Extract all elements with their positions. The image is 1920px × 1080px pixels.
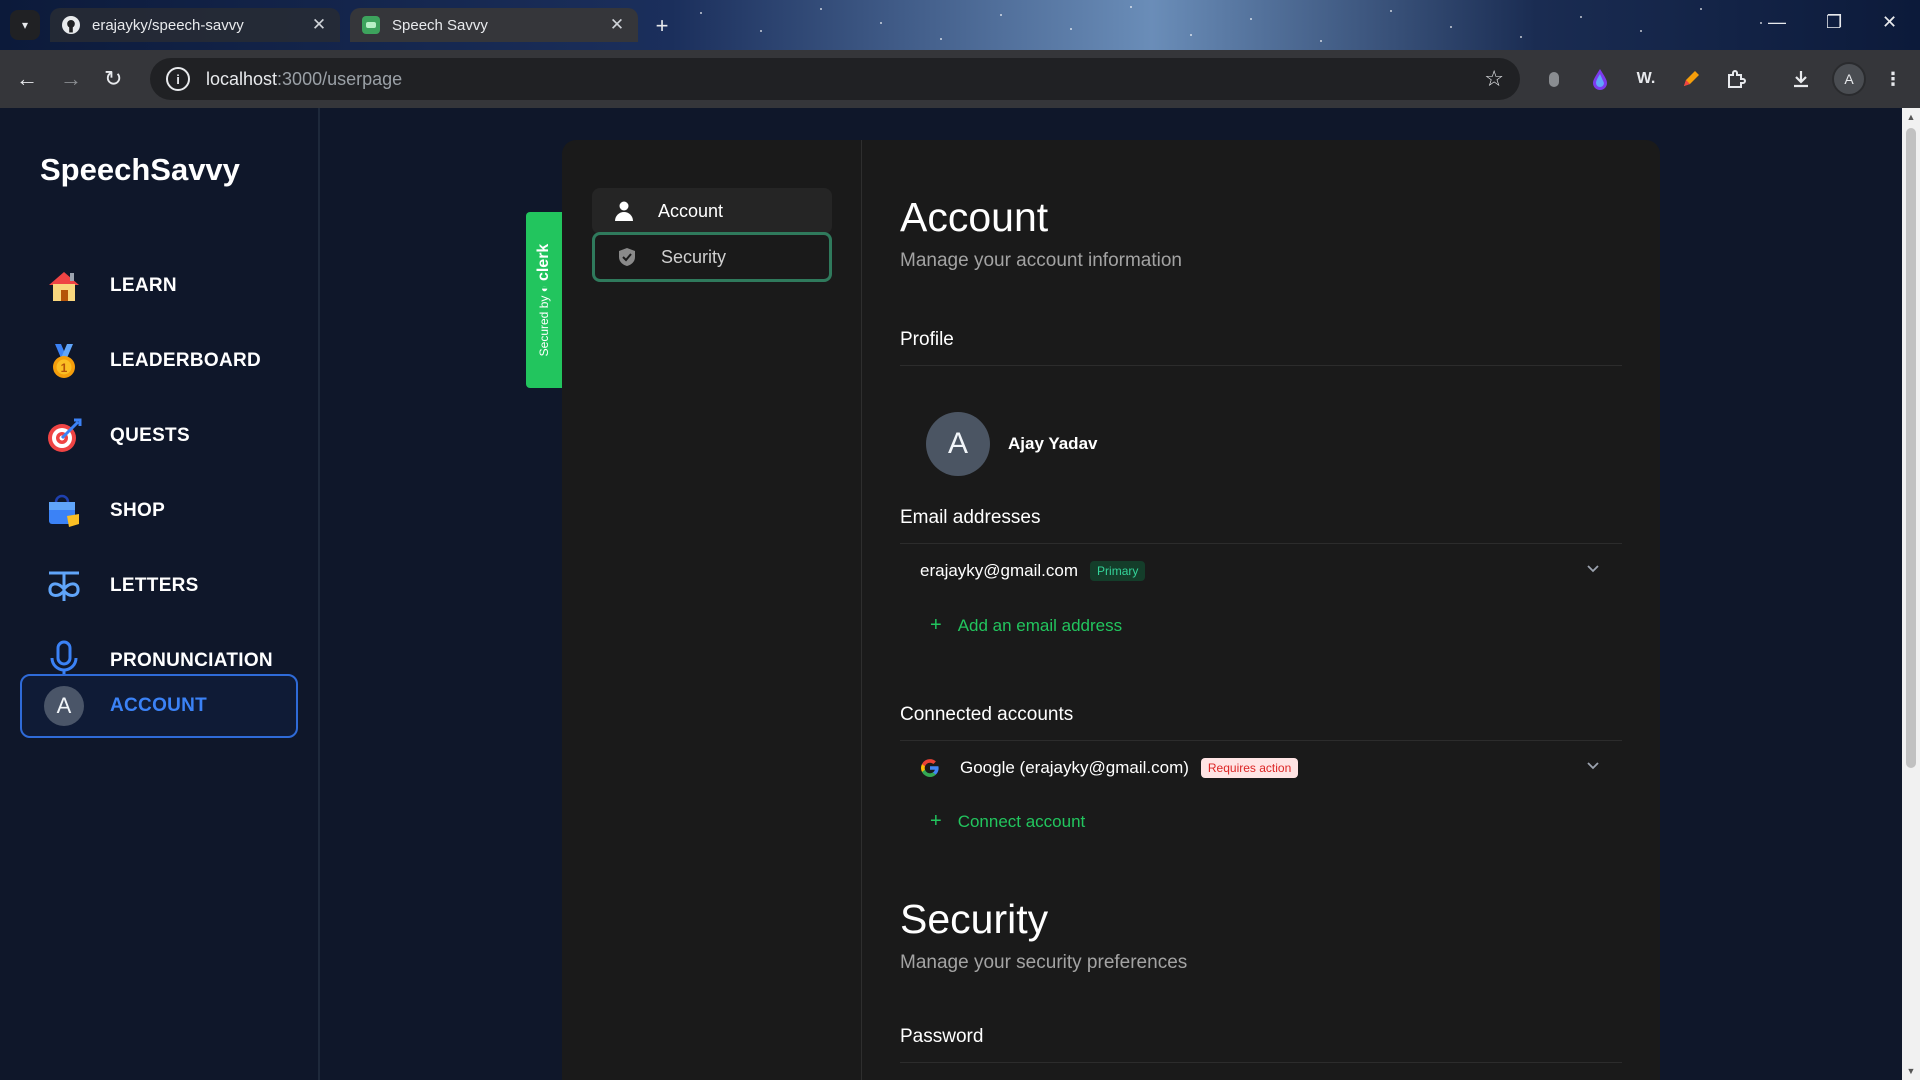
user-profile-card: Account Security Account Manage your acc… [562, 140, 1660, 1080]
tab-title: erajayky/speech-savvy [92, 16, 244, 34]
medal-icon: 1 [42, 339, 86, 383]
add-email-label: Add an email address [957, 615, 1123, 635]
minimize-icon[interactable]: — [1768, 12, 1786, 33]
divider [900, 1062, 1622, 1063]
sidebar-item-account[interactable]: A ACCOUNT [20, 674, 298, 738]
sidebar-item-quests[interactable]: QUESTS [20, 404, 298, 468]
section-title-password: Password [900, 1026, 984, 1047]
tab-search-button[interactable]: ▾ [10, 10, 40, 40]
section-title-email: Email addresses [900, 507, 1041, 528]
profile-nav-label: Account [658, 200, 724, 221]
profile-nav: Account Security [562, 140, 862, 1080]
page-scrollbar[interactable]: ▲ ▼ [1902, 108, 1920, 1080]
section-title-profile: Profile [900, 329, 954, 350]
sidebar-item-label: SHOP [110, 500, 166, 521]
security-subtitle: Manage your security preferences [900, 952, 1188, 973]
secured-by-text: Secured by ◐clerk [535, 243, 552, 357]
browser-profile-avatar[interactable]: A [1832, 62, 1866, 96]
tab-github[interactable]: erajayky/speech-savvy ✕ [50, 8, 340, 42]
shield-icon [615, 247, 639, 267]
close-icon[interactable]: ✕ [608, 15, 626, 35]
page-title: Account [900, 194, 1049, 240]
connect-account-label: Connect account [957, 811, 1086, 831]
back-arrow-icon[interactable]: ← [16, 66, 38, 92]
avatar: A [44, 686, 84, 726]
user-icon [612, 201, 636, 221]
security-title: Security [900, 896, 1049, 942]
profile-name: Ajay Yadav [1008, 434, 1098, 453]
profile-nav-account[interactable]: Account [592, 188, 832, 234]
new-tab-button[interactable]: + [648, 12, 676, 40]
profile-nav-label: Security [661, 246, 727, 267]
shopping-bag-icon [42, 489, 86, 533]
sidebar-item-label: LEADERBOARD [110, 350, 262, 371]
status-badge: Requires action [1200, 758, 1299, 778]
download-icon[interactable] [1788, 64, 1814, 94]
svg-text:1: 1 [61, 361, 68, 375]
profile-nav-security[interactable]: Security [592, 232, 832, 282]
sidebar: SpeechSavvy LEARN 1 LEADERBOARD QUESTS S… [0, 108, 320, 1080]
avatar-wrapper: A [42, 684, 86, 728]
browser-tab-strip: ▾ erajayky/speech-savvy ✕ Speech Savvy ✕… [0, 0, 1920, 50]
section-title-connected: Connected accounts [900, 704, 1074, 725]
scroll-up-icon[interactable]: ▲ [1902, 112, 1920, 122]
tab-title: Speech Savvy [392, 16, 488, 34]
kebab-menu-icon[interactable]: ⋮ [1880, 64, 1906, 94]
extension-gray-icon[interactable] [1541, 64, 1567, 94]
tab-speech-savvy[interactable]: Speech Savvy ✕ [350, 8, 638, 42]
app-root: SpeechSavvy LEARN 1 LEADERBOARD QUESTS S… [0, 108, 1920, 1080]
chevron-down-icon: ▾ [21, 18, 29, 32]
sidebar-item-label: PRONUNCIATION [110, 650, 273, 671]
bookmark-star-icon[interactable]: ☆ [1484, 66, 1504, 92]
github-icon [62, 16, 80, 34]
house-icon [42, 264, 86, 308]
chevron-down-icon[interactable] [1586, 758, 1600, 777]
divider [900, 365, 1622, 366]
status-badge: Primary [1090, 561, 1146, 581]
address-bar[interactable]: i localhost:3000/userpage ☆ [150, 58, 1520, 100]
connected-account-value: Google (erajayky@gmail.com) [960, 758, 1189, 777]
sidebar-item-label: LETTERS [110, 575, 199, 596]
sidebar-item-leaderboard[interactable]: 1 LEADERBOARD [20, 329, 298, 393]
target-icon [42, 414, 86, 458]
site-info-icon[interactable]: i [166, 67, 190, 91]
url-text[interactable]: localhost:3000/userpage [206, 69, 402, 90]
letter-glyph-icon [42, 564, 86, 608]
sidebar-item-learn[interactable]: LEARN [20, 254, 298, 318]
extension-pen-icon[interactable] [1678, 64, 1704, 94]
extensions-puzzle-icon[interactable] [1723, 64, 1749, 94]
sidebar-item-label: QUESTS [110, 425, 190, 446]
clerk-logo-icon: ◐ [537, 285, 551, 293]
profile-avatar[interactable]: A [926, 412, 990, 476]
sidebar-item-shop[interactable]: SHOP [20, 479, 298, 543]
divider [900, 740, 1622, 741]
sidebar-item-label: LEARN [110, 275, 177, 296]
email-value: erajayky@gmail.com [920, 561, 1079, 580]
divider [900, 543, 1622, 544]
speech-savvy-favicon [362, 16, 380, 34]
page-subtitle: Manage your account information [900, 250, 1182, 271]
google-icon [920, 758, 940, 778]
restore-icon[interactable]: ❐ [1826, 12, 1842, 33]
extension-drop-icon[interactable] [1587, 64, 1613, 94]
forward-arrow-icon[interactable]: → [60, 66, 82, 92]
secured-by-clerk-badge[interactable]: Secured by ◐clerk [526, 212, 562, 388]
close-icon[interactable]: ✕ [310, 15, 328, 35]
reload-icon[interactable]: ↻ [104, 66, 122, 92]
scroll-down-icon[interactable]: ▼ [1902, 1066, 1920, 1076]
connected-account-row[interactable]: Google (erajayky@gmail.com) Requires act… [900, 746, 1622, 790]
extension-w-icon[interactable]: W. [1633, 64, 1659, 94]
plus-icon: + [930, 810, 942, 832]
connect-account-button[interactable]: + Connect account [930, 810, 1085, 833]
plus-icon: + [930, 614, 942, 636]
email-row[interactable]: erajayky@gmail.com Primary [900, 549, 1622, 593]
close-window-icon[interactable]: ✕ [1882, 12, 1897, 33]
sidebar-item-label: ACCOUNT [110, 695, 208, 716]
brand-logo[interactable]: SpeechSavvy [40, 152, 240, 188]
browser-toolbar: ← → ↻ i localhost:3000/userpage ☆ W. ⋮ [0, 50, 1920, 108]
add-email-button[interactable]: + Add an email address [930, 614, 1122, 637]
chevron-down-icon[interactable] [1586, 561, 1600, 580]
scrollbar-thumb[interactable] [1906, 128, 1916, 768]
sidebar-item-letters[interactable]: LETTERS [20, 554, 298, 618]
